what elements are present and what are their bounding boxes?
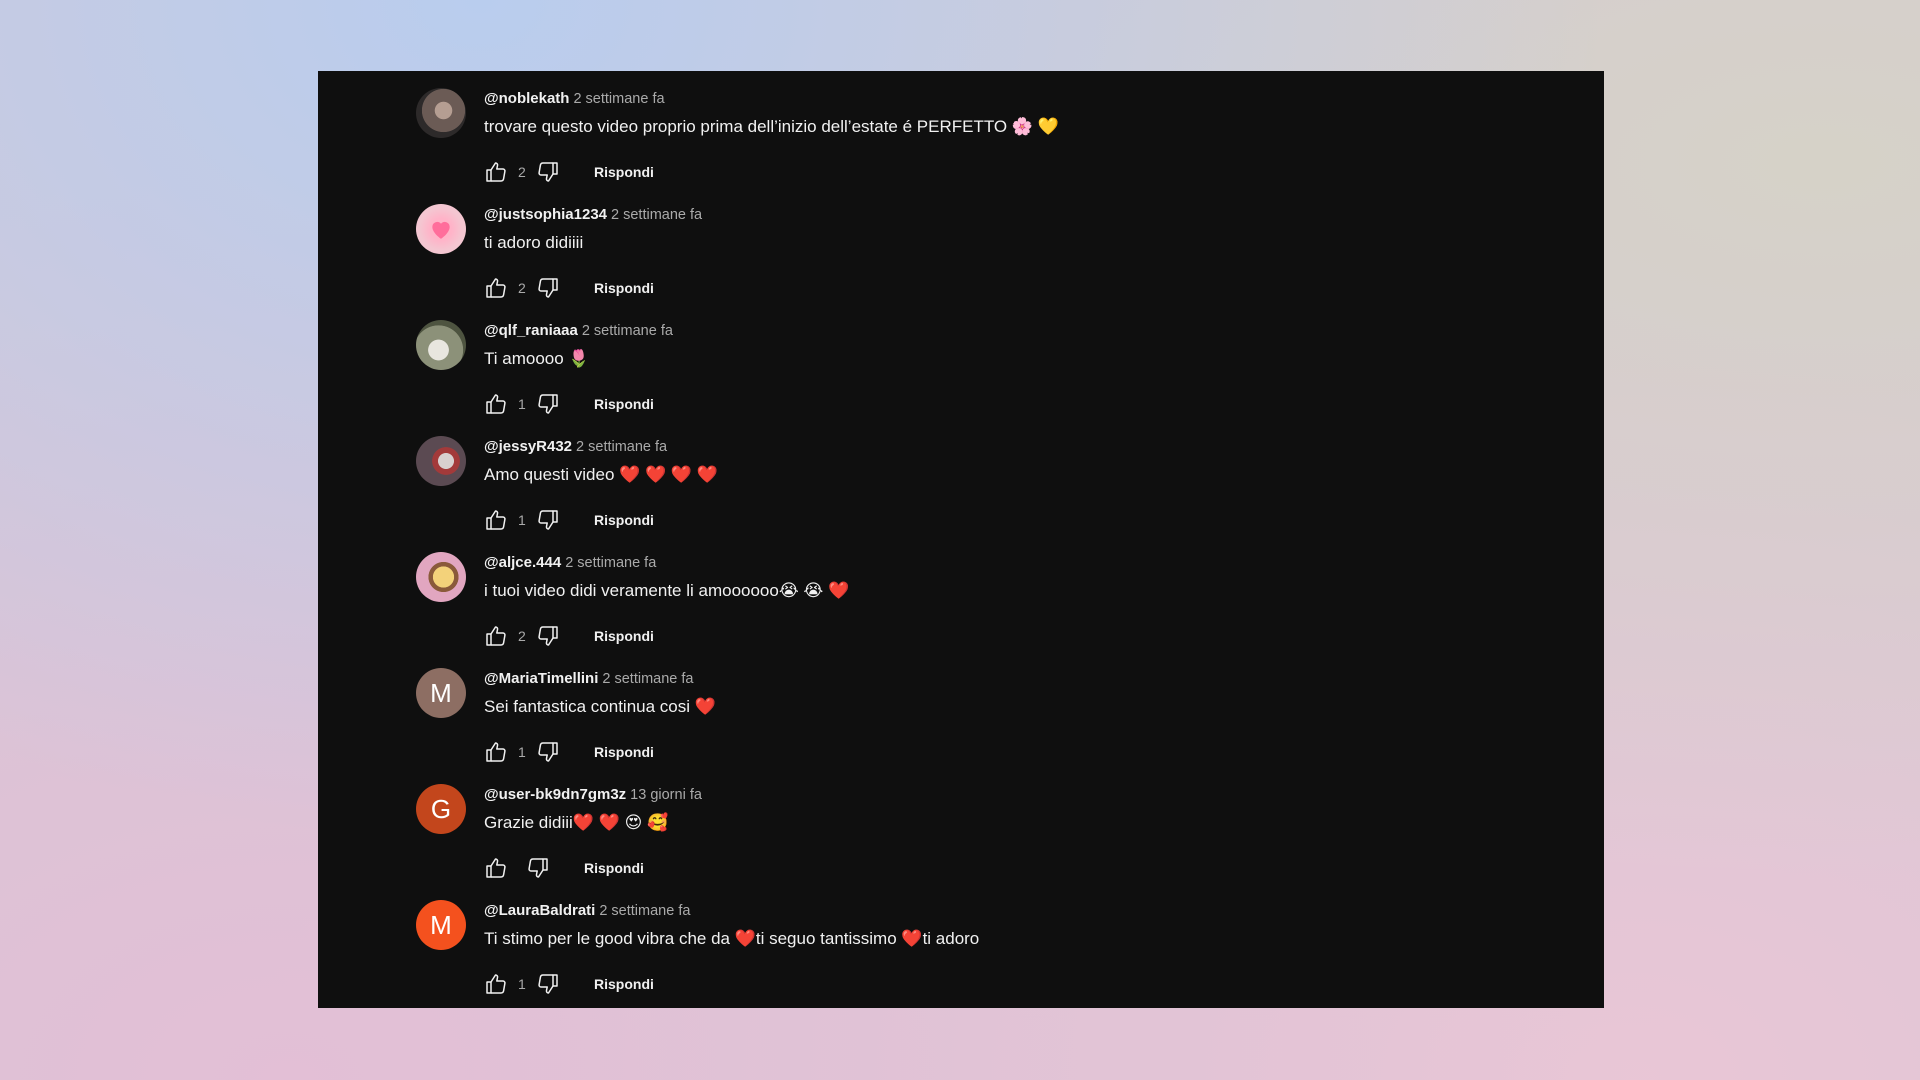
thumb-down-icon[interactable] — [536, 740, 560, 764]
avatar[interactable] — [416, 552, 466, 602]
avatar[interactable] — [416, 320, 466, 370]
avatar[interactable]: G — [416, 784, 466, 834]
thumb-up-icon[interactable] — [484, 624, 508, 648]
comments-panel: @noblekath 2 settimane fa trovare questo … — [318, 71, 1604, 1008]
avatar[interactable] — [416, 436, 466, 486]
like-count: 1 — [518, 976, 526, 992]
comment-text: trovare questo video proprio prima dell’… — [484, 117, 1059, 136]
like-count: 2 — [518, 628, 526, 644]
heart-icon — [432, 221, 450, 239]
reply-button[interactable]: Rispondi — [594, 280, 654, 296]
reply-button[interactable]: Rispondi — [594, 628, 654, 644]
thumb-up-icon[interactable] — [484, 856, 508, 880]
comment-time[interactable]: 2 settimane fa — [602, 671, 693, 687]
like-count: 1 — [518, 744, 526, 760]
comment: G @user-bk9dn7gm3z 13 giorni fa Grazie di… — [416, 767, 1566, 883]
thumb-down-icon[interactable] — [536, 972, 560, 996]
comment-author[interactable]: @noblekath — [484, 90, 569, 107]
like-count: 2 — [518, 164, 526, 180]
comment-time[interactable]: 13 giorni fa — [630, 787, 702, 803]
comment-text: Grazie didiii❤️ ❤️ 😍 🥰 — [484, 813, 669, 832]
comment-author[interactable]: @qlf_raniaaa — [484, 322, 578, 339]
reply-button[interactable]: Rispondi — [594, 744, 654, 760]
reply-button[interactable]: Rispondi — [594, 976, 654, 992]
thumb-down-icon[interactable] — [536, 160, 560, 184]
thumb-up-icon[interactable] — [484, 740, 508, 764]
avatar[interactable] — [416, 88, 466, 138]
comment-time[interactable]: 2 settimane fa — [582, 323, 673, 339]
avatar[interactable]: M — [416, 668, 466, 718]
comment: @justsophia1234 2 settimane fa ti adoro d… — [416, 187, 1566, 303]
comment-text: Sei fantastica continua cosi ❤️ — [484, 697, 716, 716]
comment-author[interactable]: @MariaTimellini — [484, 670, 598, 687]
comment-text: i tuoi video didi veramente li amoooooo😭… — [484, 581, 850, 600]
thumb-down-icon[interactable] — [536, 392, 560, 416]
comment: @aljce.444 2 settimane fa i tuoi video di… — [416, 535, 1566, 651]
comment-text: ti adoro didiiii — [484, 233, 584, 252]
thumb-up-icon[interactable] — [484, 972, 508, 996]
comment-author[interactable]: @user-bk9dn7gm3z — [484, 786, 626, 803]
reply-button[interactable]: Rispondi — [594, 396, 654, 412]
reply-button[interactable]: Rispondi — [594, 164, 654, 180]
comment-time[interactable]: 2 settimane fa — [599, 903, 690, 919]
thumb-up-icon[interactable] — [484, 160, 508, 184]
comment-time[interactable]: 2 settimane fa — [573, 91, 664, 107]
comment-author[interactable]: @justsophia1234 — [484, 206, 607, 223]
comment: @qlf_raniaaa 2 settimane fa Ti amoooo 🌷 1… — [416, 303, 1566, 419]
like-count: 2 — [518, 280, 526, 296]
comment-text: Ti stimo per le good vibra che da ❤️ti s… — [484, 929, 980, 948]
comment: M @LauraBaldrati 2 settimane fa Ti stimo … — [416, 883, 1566, 999]
thumb-down-icon[interactable] — [536, 276, 560, 300]
comment: M @MariaTimellini 2 settimane fa Sei fant… — [416, 651, 1566, 767]
comment-author[interactable]: @LauraBaldrati — [484, 902, 595, 919]
thumb-up-icon[interactable] — [484, 276, 508, 300]
thumb-down-icon[interactable] — [536, 624, 560, 648]
comment-text: Ti amoooo 🌷 — [484, 349, 590, 368]
comment-time[interactable]: 2 settimane fa — [565, 555, 656, 571]
reply-button[interactable]: Rispondi — [584, 860, 644, 876]
thumb-down-icon[interactable] — [526, 856, 550, 880]
thumb-up-icon[interactable] — [484, 508, 508, 532]
comment-time[interactable]: 2 settimane fa — [611, 207, 702, 223]
thumb-up-icon[interactable] — [484, 392, 508, 416]
thumb-down-icon[interactable] — [536, 508, 560, 532]
comment-text: Amo questi video ❤️ ❤️ ❤️ ❤️ — [484, 465, 718, 484]
comment-author[interactable]: @jessyR432 — [484, 438, 572, 455]
comment: @noblekath 2 settimane fa trovare questo … — [416, 71, 1566, 187]
comment-author[interactable]: @aljce.444 — [484, 554, 561, 571]
comment: @jessyR432 2 settimane fa Amo questi vide… — [416, 419, 1566, 535]
avatar[interactable]: M — [416, 900, 466, 950]
reply-button[interactable]: Rispondi — [594, 512, 654, 528]
avatar[interactable] — [416, 204, 466, 254]
like-count: 1 — [518, 512, 526, 528]
like-count: 1 — [518, 396, 526, 412]
comment-time[interactable]: 2 settimane fa — [576, 439, 667, 455]
